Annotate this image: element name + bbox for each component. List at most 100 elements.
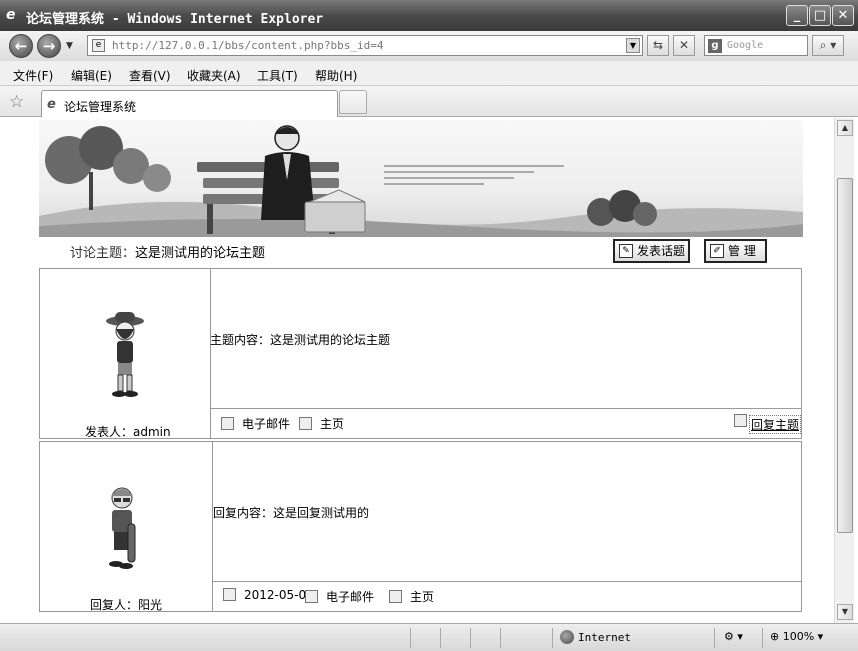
- menu-tools[interactable]: 工具(T): [257, 67, 298, 84]
- zoom-control[interactable]: ⊕ 100% ▾: [770, 630, 823, 643]
- zoom-icon: ⊕: [770, 630, 783, 643]
- vertical-scrollbar[interactable]: ▲ ▼: [834, 118, 854, 623]
- security-zone: Internet: [560, 630, 631, 644]
- search-input[interactable]: Google: [727, 40, 763, 51]
- scroll-down-icon[interactable]: ▼: [837, 604, 853, 620]
- zoom-dropdown-icon[interactable]: ▾: [814, 630, 824, 643]
- menu-help[interactable]: 帮助(H): [315, 67, 357, 84]
- forward-button[interactable]: →: [37, 34, 61, 58]
- tab-forum[interactable]: e 论坛管理系统: [41, 90, 338, 117]
- reply-post: 回复人：阳光 回复内容：这是回复测试用的 2012-05-07 电子邮件 主页: [39, 441, 802, 612]
- menu-bar: 文件(F) 编辑(E) 查看(V) 收藏夹(A) 工具(T) 帮助(H): [0, 61, 858, 86]
- banner-illustration: [39, 125, 803, 237]
- content-label: 主题内容：: [210, 333, 271, 347]
- reply-content-text: 这是回复测试用的: [273, 506, 370, 520]
- replier-label: 回复人：: [90, 598, 139, 612]
- maximize-button[interactable]: □: [809, 5, 831, 26]
- menu-edit[interactable]: 编辑(E): [71, 67, 112, 84]
- calendar-icon: [223, 588, 236, 601]
- poster-label: 发表人：: [85, 425, 134, 439]
- scroll-up-icon[interactable]: ▲: [837, 120, 853, 136]
- globe-icon: [560, 630, 574, 644]
- menu-file[interactable]: 文件(F): [13, 67, 53, 84]
- zone-label: Internet: [578, 631, 631, 644]
- status-divider: [714, 628, 715, 648]
- back-button[interactable]: ←: [9, 34, 33, 58]
- stop-button[interactable]: ✕: [673, 35, 695, 56]
- search-button[interactable]: ⌕ ▾: [812, 35, 844, 56]
- main-post-footer: 电子邮件 主页 回复主题: [211, 408, 802, 438]
- status-divider: [762, 628, 763, 648]
- history-dropdown-icon[interactable]: ▼: [66, 41, 73, 51]
- reply-topic-link[interactable]: 回复主题: [749, 415, 802, 434]
- reply-post-content: 回复内容：这是回复测试用的: [213, 504, 369, 521]
- new-tab-button[interactable]: [339, 90, 367, 114]
- main-post-content: 主题内容：这是测试用的论坛主题: [210, 331, 390, 348]
- main-home-link[interactable]: 主页: [299, 415, 344, 432]
- post-topic-button[interactable]: ✎ 发表话题: [613, 239, 690, 263]
- main-post: 发表人：admin 主题内容：这是测试用的论坛主题 电子邮件 主页 回复主题: [39, 268, 802, 439]
- window-titlebar: e 论坛管理系统 - Windows Internet Explorer _ □…: [0, 0, 858, 31]
- google-icon: g: [708, 39, 722, 53]
- address-url[interactable]: http://127.0.0.1/bbs/content.php?bbs_id=…: [112, 39, 384, 52]
- window-title: 论坛管理系统 - Windows Internet Explorer: [26, 12, 324, 27]
- minimize-button[interactable]: _: [786, 5, 808, 26]
- topic-text: 这是测试用的论坛主题: [135, 246, 266, 261]
- reply-email-link[interactable]: 电子邮件: [305, 588, 374, 605]
- navigation-bar: ← → ▼ e http://127.0.0.1/bbs/content.php…: [0, 31, 858, 61]
- email-icon: [221, 417, 234, 430]
- search-box[interactable]: g Google: [704, 35, 808, 56]
- status-divider: [440, 628, 441, 648]
- tab-label: 论坛管理系统: [64, 100, 137, 114]
- scroll-thumb[interactable]: [837, 178, 853, 533]
- manage-button[interactable]: ✐ 管 理: [704, 239, 767, 263]
- home-icon: [299, 417, 312, 430]
- content-text: 这是测试用的论坛主题: [270, 333, 391, 347]
- menu-view[interactable]: 查看(V): [129, 67, 171, 84]
- home-icon: [389, 590, 402, 603]
- main-post-user-column: 发表人：admin: [40, 269, 211, 440]
- ie-logo-icon: e: [6, 7, 16, 23]
- email-icon: [305, 590, 318, 603]
- status-divider: [410, 628, 411, 648]
- tab-bar: ☆ e 论坛管理系统: [0, 86, 858, 117]
- address-bar[interactable]: e http://127.0.0.1/bbs/content.php?bbs_i…: [87, 35, 643, 56]
- replier-name: 阳光: [138, 598, 163, 612]
- refresh-button[interactable]: ⇆: [647, 35, 669, 56]
- reply-poster: 回复人：阳光: [90, 596, 162, 613]
- page-icon: e: [92, 39, 105, 52]
- reply-home-link[interactable]: 主页: [389, 588, 434, 605]
- poster-name: admin: [133, 425, 171, 439]
- edit-icon: ✐: [710, 244, 724, 258]
- reply-icon: [734, 414, 747, 427]
- status-divider: [470, 628, 471, 648]
- reply-content-label: 回复内容：: [213, 506, 274, 520]
- forum-banner: [39, 120, 803, 237]
- tab-ie-icon: e: [47, 97, 56, 112]
- status-bar: Internet ⚙ ▾ ⊕ 100% ▾: [0, 623, 858, 651]
- reply-post-user-column: 回复人：阳光: [40, 442, 213, 613]
- page-content: 讨论主题：这是测试用的论坛主题 ✎ 发表话题 ✐ 管 理 发表人：admin 主…: [4, 118, 834, 623]
- topic-title: 讨论主题：这是测试用的论坛主题: [70, 242, 265, 261]
- pencil-icon: ✎: [619, 244, 633, 258]
- manage-label: 管 理: [728, 244, 756, 258]
- close-button[interactable]: ✕: [832, 5, 854, 26]
- main-email-link[interactable]: 电子邮件: [221, 415, 290, 432]
- main-poster: 发表人：admin: [85, 423, 171, 440]
- zoom-level: 100%: [782, 630, 815, 643]
- address-dropdown-icon[interactable]: ▼: [626, 38, 640, 53]
- reply-date: 2012-05-07: [223, 588, 314, 602]
- protected-mode-icon[interactable]: ⚙ ▾: [724, 630, 743, 643]
- reply-date-text: 2012-05-07: [244, 588, 314, 602]
- topic-label: 讨论主题：: [70, 246, 136, 261]
- email-label: 电子邮件: [242, 417, 291, 431]
- replier-avatar: [109, 487, 136, 569]
- reply-post-footer: 2012-05-07 电子邮件 主页: [213, 581, 801, 611]
- reply-home-label: 主页: [410, 590, 435, 604]
- status-divider: [500, 628, 501, 648]
- post-topic-label: 发表话题: [637, 244, 686, 258]
- home-label: 主页: [320, 417, 345, 431]
- reply-email-label: 电子邮件: [326, 590, 375, 604]
- favorites-star-icon[interactable]: ☆: [9, 92, 24, 112]
- menu-favorites[interactable]: 收藏夹(A): [187, 67, 241, 84]
